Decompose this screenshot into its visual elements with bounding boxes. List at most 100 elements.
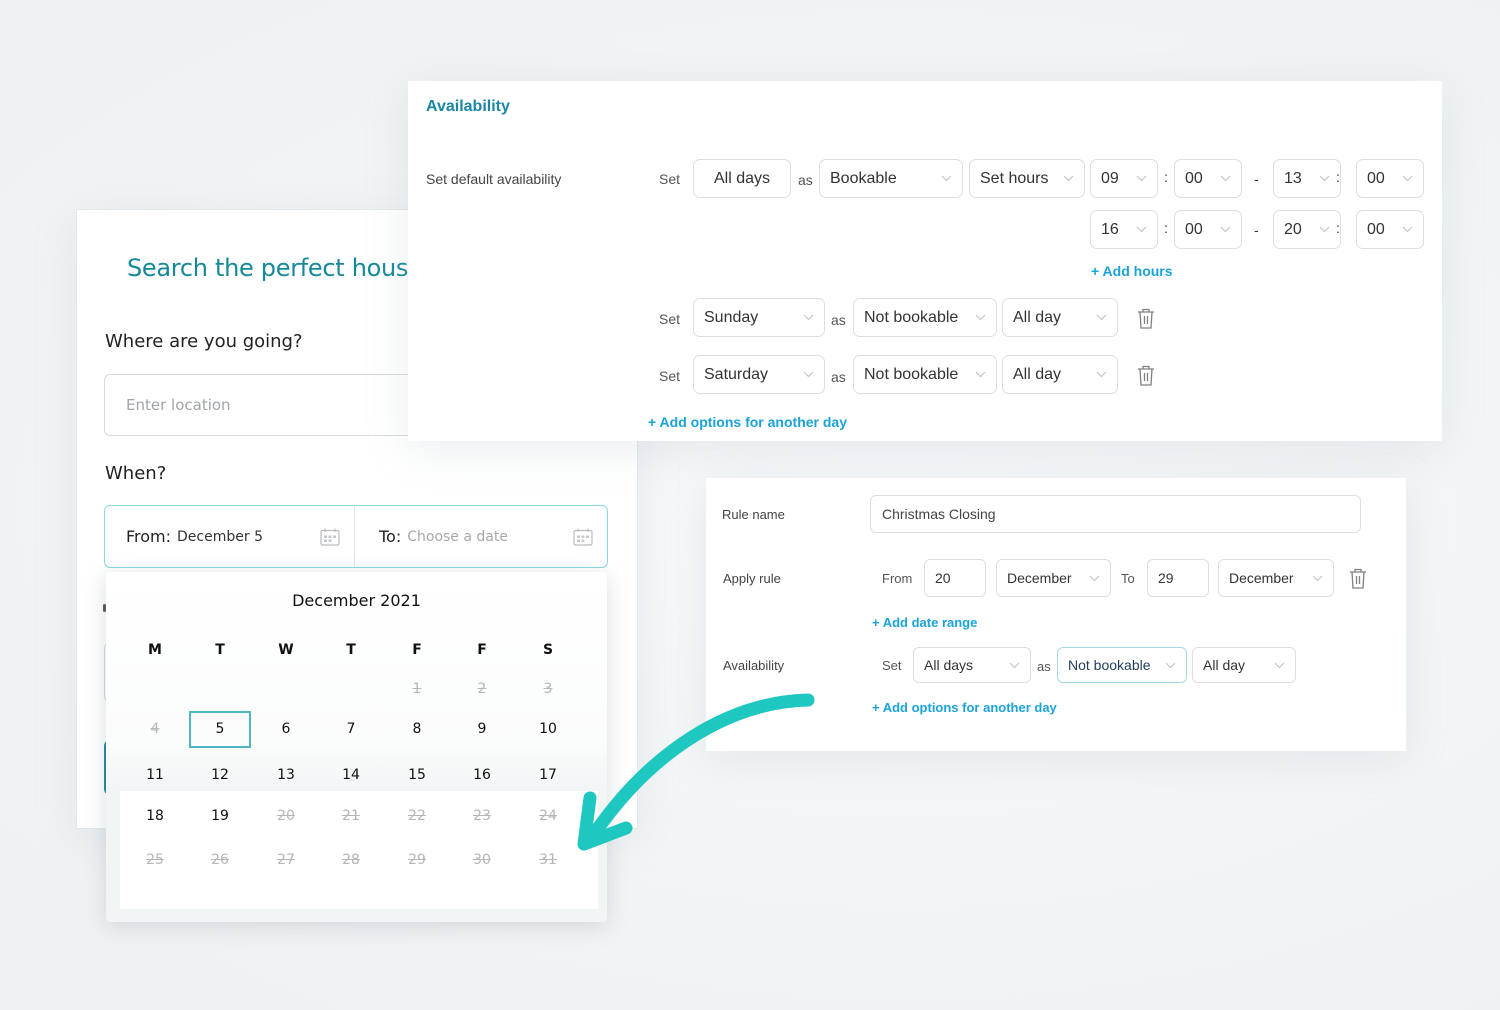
- chevron-down-icon: [1096, 314, 1107, 321]
- add-hours-link[interactable]: + Add hours: [1091, 263, 1173, 279]
- as-word: as: [831, 312, 846, 328]
- from-minute-select[interactable]: 00: [1174, 210, 1242, 249]
- chevron-down-icon: [941, 175, 952, 182]
- calendar-day[interactable]: 15: [387, 767, 447, 783]
- set-word: Set: [659, 311, 681, 327]
- calendar-day-disabled: 25: [146, 852, 164, 868]
- calendar-icon[interactable]: [573, 528, 593, 546]
- to-month-select[interactable]: December: [1218, 559, 1334, 597]
- calendar-day-disabled: 1: [412, 681, 422, 697]
- calendar-day[interactable]: 8: [387, 721, 447, 737]
- default-days-select[interactable]: All days: [693, 159, 791, 198]
- calendar-day[interactable]: 13: [256, 767, 316, 783]
- rule-add-day-options-link[interactable]: + Add options for another day: [872, 700, 1057, 715]
- weekday-header: T: [346, 642, 356, 658]
- from-value: December 5: [177, 528, 263, 545]
- status-value: Not bookable: [864, 308, 959, 326]
- chevron-down-icon: [803, 371, 814, 378]
- chevron-down-icon: [1402, 226, 1413, 233]
- trash-icon[interactable]: [1349, 568, 1367, 589]
- rule-status-select[interactable]: Not bookable: [1057, 647, 1187, 683]
- to-hour-select[interactable]: 13: [1273, 159, 1341, 198]
- weekday-header: F: [477, 642, 487, 658]
- chevron-down-icon: [1319, 175, 1330, 182]
- calendar-day-disabled: 28: [342, 852, 360, 868]
- calendar-icon[interactable]: [320, 528, 340, 546]
- calendar-day[interactable]: 11: [125, 767, 185, 783]
- calendar-day-selected[interactable]: 5: [189, 711, 251, 748]
- calendar-day[interactable]: 9: [452, 721, 512, 737]
- status-select[interactable]: Not bookable: [853, 298, 997, 337]
- chevron-down-icon: [1063, 175, 1074, 182]
- chevron-down-icon: [1136, 175, 1147, 182]
- default-status-select[interactable]: Bookable: [819, 159, 963, 198]
- rule-name-input[interactable]: Christmas Closing: [870, 495, 1361, 533]
- to-key: To:: [379, 527, 402, 546]
- to-hour-select-value: 13: [1284, 169, 1302, 187]
- to-date-field[interactable]: To: Choose a date: [354, 506, 607, 567]
- from-minute-select-value: 00: [1185, 220, 1203, 238]
- weekday-header: T: [215, 642, 225, 658]
- as-word: as: [798, 172, 813, 188]
- trash-icon[interactable]: [1137, 308, 1155, 329]
- calendar-day-disabled: 30: [473, 852, 491, 868]
- where-label: Where are you going?: [105, 331, 303, 352]
- add-date-range-link[interactable]: + Add date range: [872, 615, 977, 630]
- to-minute-select-value: 00: [1367, 220, 1385, 238]
- from-hour-select[interactable]: 16: [1090, 210, 1158, 249]
- hours-select[interactable]: All day: [1002, 298, 1118, 337]
- weekday-header: W: [278, 642, 294, 658]
- rule-days-select[interactable]: All days: [913, 647, 1031, 683]
- to-hour-select-value: 20: [1284, 220, 1302, 238]
- chevron-down-icon: [1402, 175, 1413, 182]
- chevron-down-icon: [975, 371, 986, 378]
- calendar-day-disabled: 20: [277, 808, 295, 824]
- hours-value: All day: [1013, 308, 1062, 326]
- hours-mode-value: Set hours: [980, 169, 1049, 187]
- to-day-input[interactable]: 29: [1147, 559, 1209, 597]
- from-month-select[interactable]: December: [996, 559, 1111, 597]
- day-value: Sunday: [704, 308, 759, 326]
- rule-status-value: Not bookable: [1068, 657, 1151, 673]
- hours-select[interactable]: All day: [1002, 355, 1118, 394]
- calendar-day[interactable]: 19: [190, 808, 250, 824]
- chevron-down-icon: [1165, 662, 1176, 668]
- day-value: Saturday: [704, 365, 769, 383]
- location-placeholder: Enter location: [126, 396, 231, 414]
- day-select[interactable]: Saturday: [693, 355, 825, 394]
- default-availability-label: Set default availability: [426, 171, 562, 187]
- calendar-day[interactable]: 16: [452, 767, 512, 783]
- calendar-day[interactable]: 14: [321, 767, 381, 783]
- from-minute-select[interactable]: 00: [1174, 159, 1242, 198]
- hours-mode-select[interactable]: Set hours: [969, 159, 1085, 198]
- chevron-down-icon: [1274, 662, 1285, 668]
- to-hour-select[interactable]: 20: [1273, 210, 1341, 249]
- day-select[interactable]: Sunday: [693, 298, 825, 337]
- chevron-down-icon: [1220, 175, 1231, 182]
- time-separator: :: [1164, 169, 1168, 185]
- when-label: When?: [105, 463, 167, 484]
- range-dash: -: [1254, 222, 1259, 238]
- to-minute-select[interactable]: 00: [1356, 159, 1424, 198]
- from-hour-select[interactable]: 09: [1090, 159, 1158, 198]
- as-word: as: [1037, 659, 1051, 674]
- from-day-input[interactable]: 20: [924, 559, 986, 597]
- from-date-field[interactable]: From: December 5: [105, 506, 354, 567]
- add-day-options-link[interactable]: + Add options for another day: [648, 414, 847, 430]
- calendar-day[interactable]: 7: [321, 721, 381, 737]
- curved-arrow-icon: [577, 693, 815, 851]
- rule-hours-select[interactable]: All day: [1192, 647, 1296, 683]
- to-minute-select-value: 00: [1367, 169, 1385, 187]
- range-dash: -: [1254, 171, 1259, 187]
- from-key: From:: [126, 527, 172, 546]
- status-select[interactable]: Not bookable: [853, 355, 997, 394]
- trash-icon[interactable]: [1137, 365, 1155, 386]
- calendar-day[interactable]: 12: [190, 767, 250, 783]
- chevron-down-icon: [1136, 226, 1147, 233]
- to-minute-select[interactable]: 00: [1356, 210, 1424, 249]
- calendar-day[interactable]: 18: [125, 808, 185, 824]
- calendar-day[interactable]: 6: [256, 721, 316, 737]
- from-minute-select-value: 00: [1185, 169, 1203, 187]
- hours-value: All day: [1013, 365, 1062, 383]
- calendar-day-disabled: 22: [408, 808, 426, 824]
